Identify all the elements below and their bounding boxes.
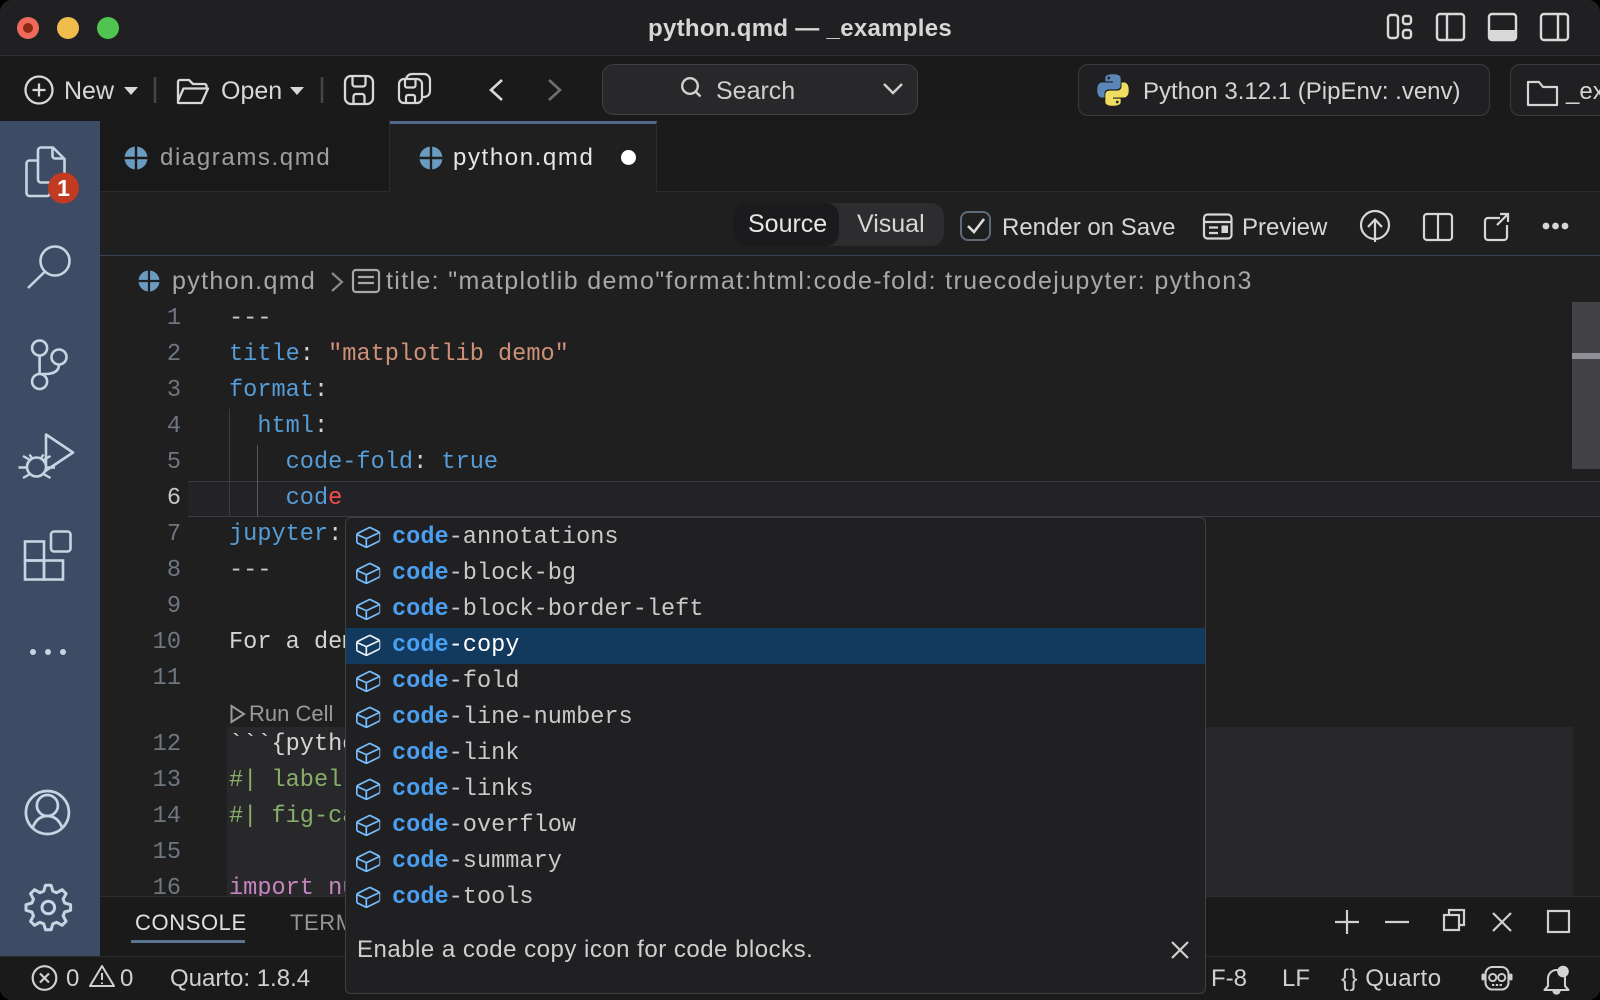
svg-text:1: 1 [57,175,70,201]
